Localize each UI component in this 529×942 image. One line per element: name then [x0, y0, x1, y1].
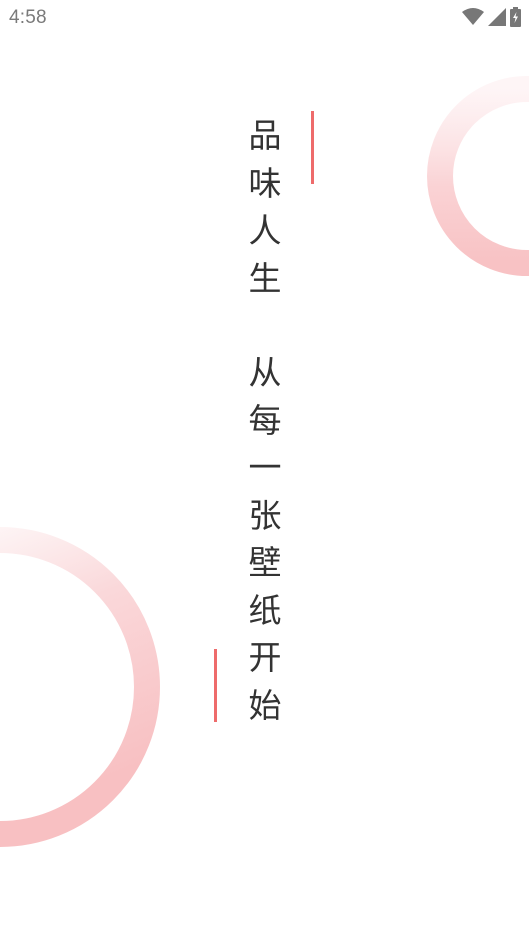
slogan-char: 始 [248, 685, 282, 725]
status-time: 4:58 [9, 7, 47, 28]
slogan-char: 从 [248, 353, 282, 392]
wifi-icon [462, 8, 484, 26]
slogan-char: 每 [248, 400, 282, 440]
status-bar: 4:58 [0, 0, 529, 36]
slogan-char: 品 [248, 116, 282, 155]
ring-bottom-left [0, 527, 160, 847]
slogan-line-2: 从每一张壁纸开始 [243, 349, 287, 729]
signal-icon [488, 8, 506, 26]
slogan-char: 纸 [248, 590, 282, 630]
slogan-char: 人 [248, 211, 282, 250]
slogan-char: 张 [248, 495, 282, 535]
accent-line-top [311, 111, 314, 184]
battery-charging-icon [510, 7, 521, 27]
slogan-char: 壁 [248, 543, 282, 582]
ring-top-right [427, 76, 529, 276]
slogan-char: 生 [248, 258, 282, 298]
slogan-char: 开 [248, 638, 282, 677]
slogan-char: 味 [248, 163, 282, 203]
slogan-line-1: 品味人生 [243, 112, 287, 302]
status-icons [462, 7, 521, 27]
accent-line-bottom [214, 649, 217, 722]
slogan-char: 一 [248, 448, 282, 487]
